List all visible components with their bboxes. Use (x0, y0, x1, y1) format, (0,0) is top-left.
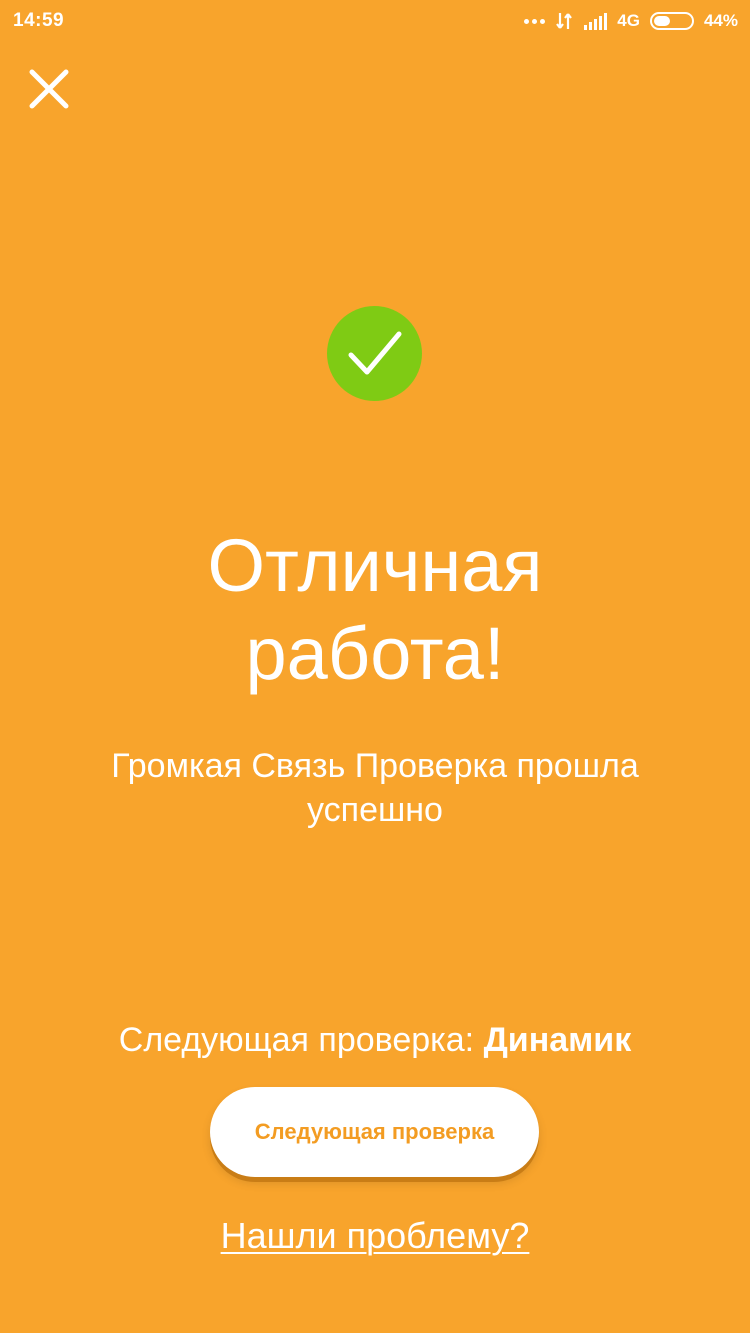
status-time: 14:59 (13, 10, 65, 31)
page-title: Отличная работа! (0, 522, 750, 698)
status-bar: 14:59 4G 44% (0, 0, 750, 44)
data-arrows-icon (556, 13, 573, 29)
battery-fill (653, 16, 670, 26)
next-check-name: Динамик (483, 1021, 632, 1059)
result-message: Громкая Связь Проверка прошла успешно (0, 744, 750, 832)
checkmark-icon (348, 331, 402, 375)
next-check-label: Следующая проверка: (118, 1021, 484, 1059)
success-badge (327, 306, 422, 401)
result-message-line1: Громкая Связь Проверка прошла (111, 747, 639, 785)
network-type: 4G (617, 11, 640, 30)
page-title-line2: работа! (245, 612, 505, 695)
signal-icon (584, 13, 608, 30)
more-dots-icon (524, 18, 546, 24)
battery-icon (649, 12, 694, 30)
report-problem-link[interactable]: Нашли проблему? (221, 1215, 530, 1256)
result-message-line2: успешно (307, 791, 443, 829)
page-title-line1: Отличная (207, 524, 543, 607)
report-problem: Нашли проблему? (0, 1212, 750, 1260)
next-check-button[interactable]: Следующая проверка (210, 1087, 539, 1177)
next-check-info: Следующая проверка: Динамик (0, 1018, 750, 1062)
status-icons: 4G 44% (524, 8, 738, 34)
close-button[interactable] (22, 62, 76, 116)
battery-percent: 44% (703, 11, 738, 30)
close-icon (29, 69, 69, 109)
